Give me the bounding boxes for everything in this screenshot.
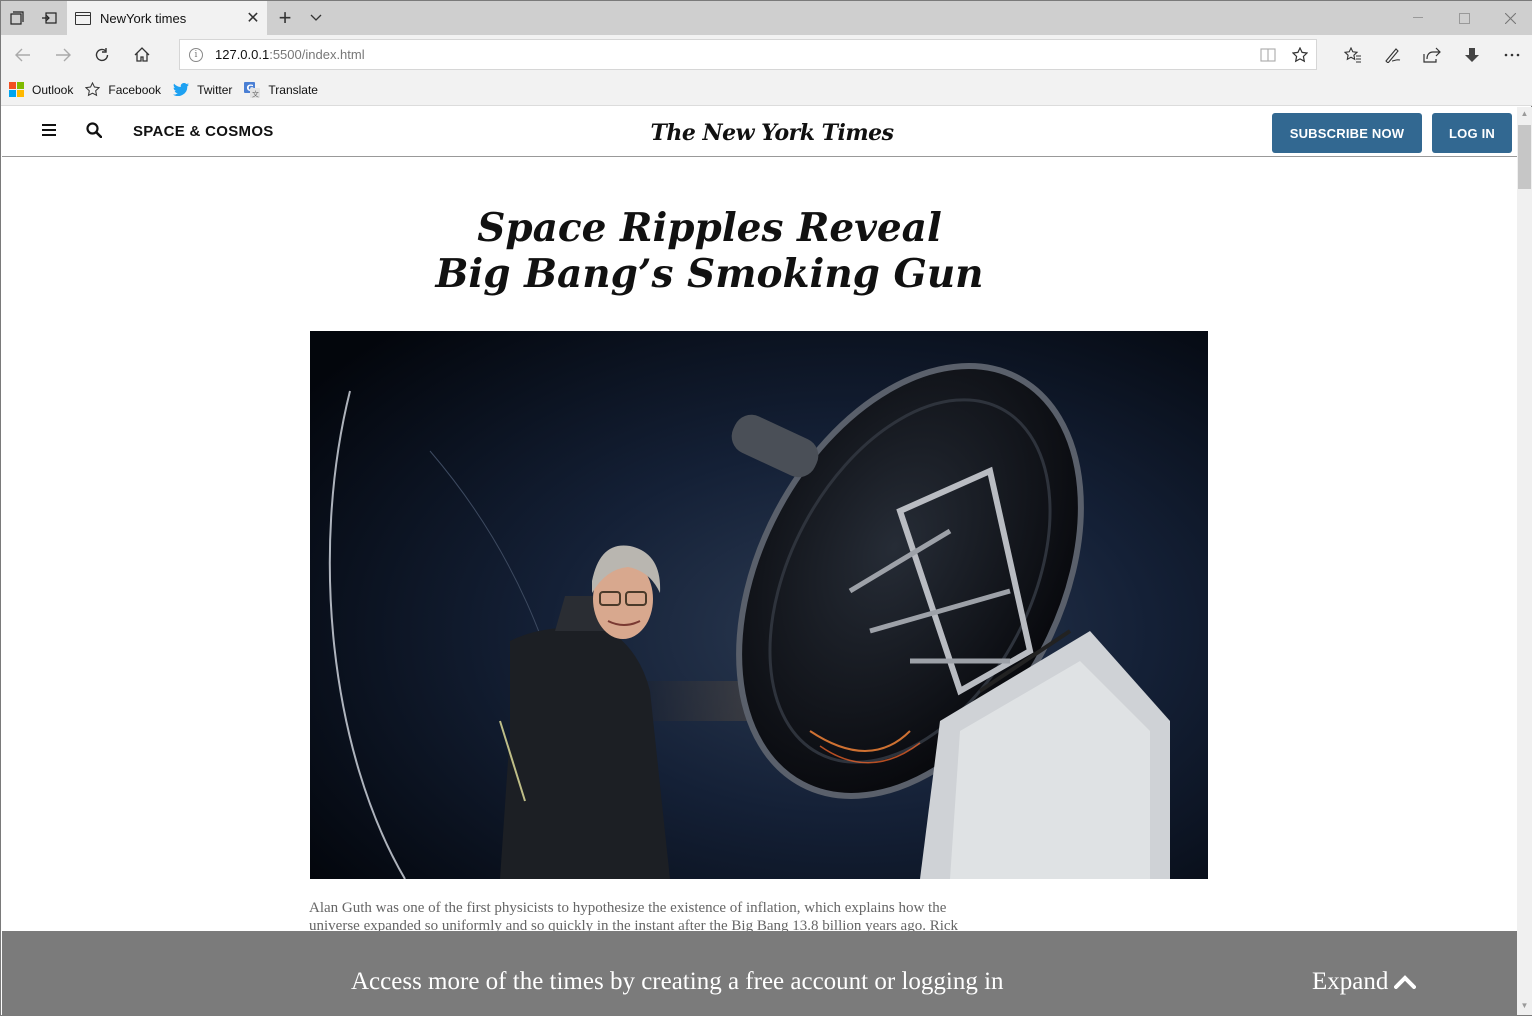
forward-arrow-icon[interactable] bbox=[43, 35, 83, 74]
scrollbar-thumb[interactable] bbox=[1518, 125, 1531, 189]
vertical-scrollbar[interactable]: ▲ ▼ bbox=[1517, 107, 1532, 1015]
scroll-up-arrow-icon[interactable]: ▲ bbox=[1517, 109, 1532, 121]
caption-line-1: Alan Guth was one of the first physicist… bbox=[309, 900, 947, 916]
photo-caption: Alan Guth was one of the first physicist… bbox=[309, 899, 1029, 935]
web-note-pen-icon[interactable] bbox=[1373, 35, 1413, 74]
star-icon bbox=[85, 82, 101, 97]
navigation-bar: i 127.0.0.1:5500/index.html bbox=[1, 35, 1532, 74]
page-viewport: SPACE & COSMOS The New York Times SUBSCR… bbox=[2, 107, 1517, 1015]
favorite-label: Facebook bbox=[108, 82, 162, 97]
favorite-outlook[interactable]: Outlook bbox=[9, 82, 73, 97]
more-options-icon[interactable] bbox=[1492, 35, 1532, 74]
site-info-icon[interactable]: i bbox=[189, 47, 203, 62]
refresh-icon[interactable] bbox=[82, 35, 122, 74]
favorite-label: Twitter bbox=[197, 82, 233, 97]
site-header: SPACE & COSMOS The New York Times SUBSCR… bbox=[2, 107, 1517, 157]
translate-icon: G文 bbox=[244, 81, 261, 98]
share-icon[interactable] bbox=[1412, 35, 1452, 74]
page-icon bbox=[75, 11, 91, 25]
browser-window: NewYork times ✕ + i 127.0.0.1:5500/index… bbox=[0, 0, 1532, 1016]
add-favorite-star-icon[interactable] bbox=[1284, 39, 1316, 70]
favorite-label: Translate bbox=[268, 82, 318, 97]
maximize-icon[interactable] bbox=[1441, 1, 1487, 35]
telescope-portrait-image bbox=[310, 331, 1208, 879]
outlook-icon bbox=[9, 82, 24, 97]
favorite-facebook[interactable]: Facebook bbox=[85, 82, 161, 97]
address-bar[interactable]: i 127.0.0.1:5500/index.html bbox=[179, 39, 1317, 70]
section-label[interactable]: SPACE & COSMOS bbox=[133, 123, 274, 140]
downloads-arrow-icon[interactable] bbox=[1452, 35, 1492, 74]
svg-text:文: 文 bbox=[252, 89, 259, 98]
home-icon[interactable] bbox=[122, 35, 162, 74]
browser-tab-active[interactable]: NewYork times ✕ bbox=[67, 1, 267, 35]
close-tab-icon[interactable]: ✕ bbox=[239, 8, 267, 28]
back-arrow-icon[interactable] bbox=[3, 35, 43, 74]
expand-label: Expand bbox=[1312, 968, 1389, 995]
article-photo bbox=[310, 331, 1208, 879]
article-headline: Space Ripples Reveal Big Bang’s Smoking … bbox=[302, 205, 1117, 297]
new-tab-button[interactable]: + bbox=[273, 1, 297, 35]
twitter-icon bbox=[173, 83, 190, 96]
close-window-icon[interactable] bbox=[1487, 1, 1532, 35]
chevron-up-icon bbox=[1394, 975, 1417, 989]
hamburger-menu-icon[interactable] bbox=[42, 124, 56, 136]
url-text[interactable]: 127.0.0.1:5500/index.html bbox=[215, 47, 1252, 62]
favorite-twitter[interactable]: Twitter bbox=[173, 83, 232, 97]
nyt-logo[interactable]: The New York Times bbox=[622, 120, 922, 146]
search-icon[interactable] bbox=[86, 122, 103, 139]
minimize-icon[interactable] bbox=[1395, 1, 1441, 35]
scroll-down-arrow-icon[interactable]: ▼ bbox=[1517, 1001, 1532, 1013]
favorite-translate[interactable]: G文 Translate bbox=[244, 81, 318, 98]
favorite-label: Outlook bbox=[32, 82, 74, 97]
reading-view-icon[interactable] bbox=[1252, 39, 1284, 70]
tab-preview-chevron-icon[interactable] bbox=[305, 1, 327, 35]
headline-line-2: Big Bang’s Smoking Gun bbox=[435, 251, 984, 297]
registration-banner: Access more of the times by creating a f… bbox=[2, 931, 1517, 1015]
log-in-button[interactable]: LOG IN bbox=[1432, 113, 1512, 153]
favorites-hub-icon[interactable] bbox=[1333, 35, 1373, 74]
subscribe-now-button[interactable]: SUBSCRIBE NOW bbox=[1272, 113, 1422, 153]
headline-line-1: Space Ripples Reveal bbox=[477, 205, 942, 251]
set-aside-tabs-icon[interactable] bbox=[33, 1, 65, 35]
expand-button[interactable]: Expand bbox=[1312, 968, 1417, 996]
tab-actions-icon[interactable] bbox=[1, 1, 33, 35]
tab-title: NewYork times bbox=[100, 10, 187, 26]
tab-strip: NewYork times ✕ + bbox=[1, 1, 1532, 35]
favorites-bar: Outlook Facebook Twitter G文 Translate bbox=[1, 74, 1532, 106]
registration-message: Access more of the times by creating a f… bbox=[351, 968, 1004, 995]
